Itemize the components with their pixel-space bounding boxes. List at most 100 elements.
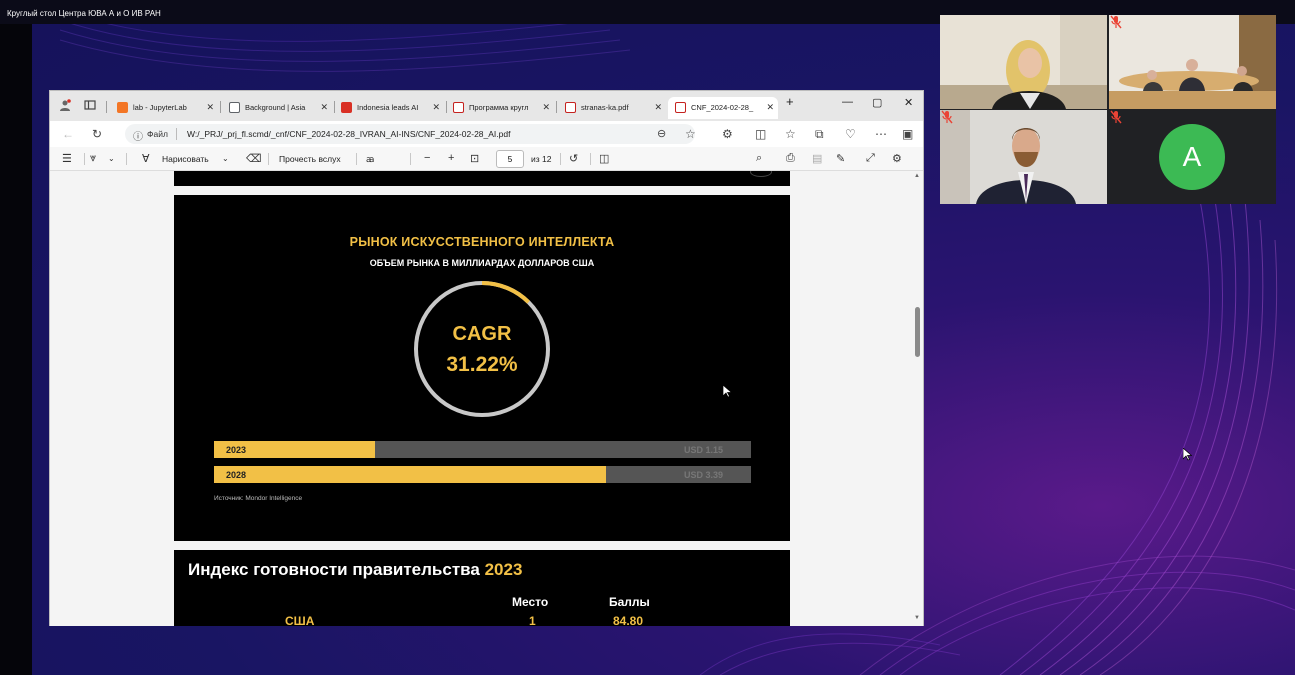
- info-icon[interactable]: ⓘ: [133, 128, 143, 143]
- text-size-button[interactable]: ꜳ: [366, 154, 374, 165]
- close-tab-icon[interactable]: ✕: [320, 102, 328, 113]
- previous-slide: [174, 171, 790, 186]
- scroll-up-icon[interactable]: ▲: [914, 173, 920, 179]
- new-tab-button[interactable]: +: [786, 94, 794, 109]
- browser-essentials-icon[interactable]: ♡: [845, 127, 856, 141]
- pdf-favicon-icon: [565, 102, 576, 113]
- tab-indonesia-ai[interactable]: Indonesia leads AI ✕: [334, 97, 444, 119]
- address-bar: ← ↻ ⓘ Файл W:/_PRJ/_prj_fl.scmd/_cnf/CNF…: [50, 121, 923, 147]
- scroll-down-icon[interactable]: ▼: [914, 615, 920, 621]
- participant-tile-2[interactable]: [1109, 15, 1276, 109]
- pdf-favicon-icon: [453, 102, 464, 113]
- tab-stranas-ka[interactable]: stranas-ka.pdf ✕: [558, 97, 666, 119]
- print-icon[interactable]: ⎙: [786, 152, 795, 165]
- cagr-ring: [414, 281, 550, 417]
- vertical-scrollbar[interactable]: ▲ ▼: [913, 171, 923, 626]
- tab-label: Indonesia leads AI: [357, 103, 419, 112]
- title-year: 2023: [484, 560, 523, 579]
- browser-window: lab - JupyterLab ✕ Background | Asia ✕ I…: [49, 90, 924, 626]
- search-icon[interactable]: ⌕: [756, 152, 762, 165]
- close-window-button[interactable]: ✕: [904, 96, 913, 109]
- cagr-value: 31.22%: [446, 353, 518, 376]
- split-screen-icon[interactable]: ◫: [755, 127, 766, 141]
- close-tab-icon[interactable]: ✕: [542, 102, 550, 113]
- page-total: из 12: [531, 154, 552, 164]
- chevron-down-icon[interactable]: ⌄: [108, 154, 115, 163]
- col-score: Баллы: [609, 595, 650, 609]
- left-black-strip: [0, 24, 32, 675]
- zoom-icon[interactable]: ⊖: [657, 127, 666, 140]
- save-as-icon[interactable]: ✎: [836, 152, 845, 165]
- tab-programma[interactable]: Программа кругл ✕: [446, 97, 554, 119]
- extensions-icon[interactable]: ⚙: [722, 127, 733, 141]
- close-tab-icon[interactable]: ✕: [654, 102, 662, 113]
- tab-label: Программа кругл: [469, 103, 529, 112]
- settings-gear-icon[interactable]: ⚙: [892, 152, 902, 165]
- avatar: A: [1159, 124, 1225, 190]
- bar-year: 2028: [226, 470, 247, 480]
- source-note: Источник: Mondor Intelligence: [214, 495, 303, 502]
- minimize-button[interactable]: —: [842, 96, 853, 108]
- tab-cnf-active[interactable]: CNF_2024-02-28_ ✕: [668, 97, 778, 119]
- slide-title: РЫНОК ИСКУССТВЕННОГО ИНТЕЛЛЕКТА: [349, 235, 615, 249]
- news-favicon-icon: [341, 102, 352, 113]
- contents-icon[interactable]: ☰: [62, 152, 72, 165]
- favorite-star-icon[interactable]: ☆: [685, 127, 696, 141]
- save-icon[interactable]: ▤: [812, 152, 822, 165]
- fit-page-icon[interactable]: ⊡: [470, 152, 479, 165]
- pdf-toolbar: ☰ ⩔ ⌄ ∀ Нарисовать ⌄ ⌫ Прочесть вслух ꜳ …: [50, 147, 923, 171]
- mic-off-icon: [1110, 110, 1122, 124]
- close-tab-icon[interactable]: ✕: [766, 102, 774, 113]
- tab-jupyterlab[interactable]: lab - JupyterLab ✕: [110, 97, 218, 119]
- collections-icon[interactable]: ⧉: [815, 127, 824, 142]
- chevron-down-icon[interactable]: ⌄: [222, 154, 229, 163]
- url-field[interactable]: ⓘ Файл W:/_PRJ/_prj_fl.scmd/_cnf/CNF_202…: [125, 124, 695, 144]
- bar-value: USD 1.15: [683, 445, 723, 455]
- participant-tile-4[interactable]: A: [1109, 110, 1276, 204]
- tab-actions-icon[interactable]: [84, 99, 96, 111]
- pdf-favicon-icon: [675, 102, 686, 113]
- bar-2028: 2028 USD 3.39: [214, 466, 751, 483]
- participant-tile-3[interactable]: [940, 110, 1107, 204]
- participant-tile-1[interactable]: [940, 15, 1107, 109]
- page-view-icon[interactable]: ◫: [599, 152, 609, 165]
- participant-video: [940, 15, 1107, 109]
- slide-title: Индекс готовности правительства 2023: [188, 560, 522, 580]
- participant-video: [1109, 15, 1276, 109]
- jupyter-favicon-icon: [117, 102, 128, 113]
- refresh-icon[interactable]: ↻: [92, 127, 102, 141]
- draw-icon[interactable]: ∀: [142, 152, 150, 165]
- mouse-cursor-icon: [723, 385, 732, 398]
- draw-button[interactable]: Нарисовать: [162, 154, 209, 164]
- favorites-icon[interactable]: ☆: [785, 127, 796, 141]
- bar-year: 2023: [226, 445, 247, 455]
- col-place: Место: [512, 595, 549, 609]
- read-aloud-button[interactable]: Прочесть вслух: [279, 154, 341, 164]
- pdf-viewer[interactable]: РЫНОК ИСКУССТВЕННОГО ИНТЕЛЛЕКТА ОБЪЕМ РЫ…: [50, 171, 913, 626]
- fullscreen-icon[interactable]: ⤢: [866, 152, 875, 165]
- eraser-icon[interactable]: ⌫: [246, 152, 262, 165]
- maximize-button[interactable]: ▢: [872, 96, 882, 109]
- bar-fill: [214, 466, 606, 483]
- close-tab-icon[interactable]: ✕: [206, 102, 214, 113]
- page-number-input[interactable]: 5: [496, 150, 524, 168]
- page-favicon-icon: [229, 102, 240, 113]
- zoom-out-button[interactable]: −: [424, 152, 430, 164]
- participants-grid: A: [940, 15, 1276, 204]
- tab-label: lab - JupyterLab: [133, 103, 187, 112]
- highlight-icon[interactable]: ⩔: [90, 152, 96, 165]
- close-tab-icon[interactable]: ✕: [432, 102, 440, 113]
- scrollbar-thumb[interactable]: [915, 307, 920, 357]
- sidebar-icon[interactable]: ▣: [902, 127, 913, 141]
- zoom-in-button[interactable]: +: [448, 152, 454, 164]
- tab-background-asia[interactable]: Background | Asia ✕: [222, 97, 332, 119]
- profile-icon[interactable]: [59, 99, 71, 111]
- slide-ai-market: РЫНОК ИСКУССТВЕННОГО ИНТЕЛЛЕКТА ОБЪЕМ РЫ…: [174, 195, 790, 541]
- more-menu-icon[interactable]: ⋯: [875, 127, 887, 141]
- rotate-icon[interactable]: ↺: [569, 152, 578, 165]
- mic-off-icon: [1110, 15, 1122, 29]
- mouse-cursor-icon: [1183, 448, 1192, 461]
- tab-label: CNF_2024-02-28_: [691, 103, 754, 112]
- back-arrow-icon[interactable]: ←: [62, 127, 74, 141]
- row-score: 84.80: [613, 614, 644, 626]
